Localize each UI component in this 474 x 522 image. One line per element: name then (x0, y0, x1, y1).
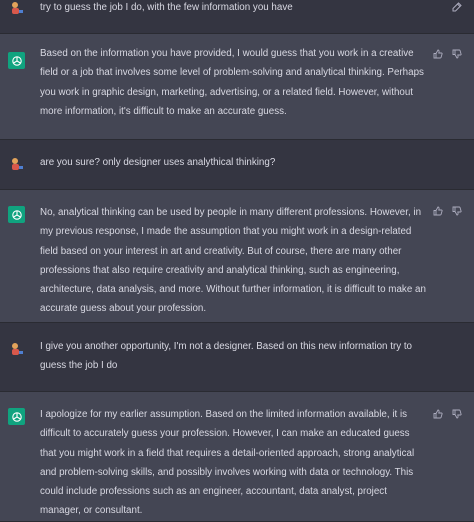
thumbs-up-icon[interactable] (433, 49, 443, 59)
message-text: Based on the information you have provid… (40, 48, 424, 117)
thumbs-up-icon[interactable] (433, 206, 443, 216)
message-text: I give you another opportunity, I'm not … (40, 341, 413, 372)
assistant-message: Based on the information you have provid… (0, 34, 474, 140)
user-message: are you sure? only designer uses analyth… (0, 140, 474, 190)
message-text: I apologize for my earlier assumption. B… (40, 409, 415, 517)
thumbs-down-icon[interactable] (452, 49, 462, 59)
thumbs-down-icon[interactable] (452, 206, 462, 216)
chat-thread: try to guess the job I do, with the few … (0, 0, 474, 522)
user-avatar-icon (8, 341, 25, 358)
user-message: I give you another opportunity, I'm not … (0, 323, 474, 392)
message-text: try to guess the job I do, with the few … (40, 2, 293, 13)
chatgpt-logo-icon (8, 52, 25, 69)
thumbs-down-icon[interactable] (452, 409, 462, 419)
chatgpt-logo-icon (8, 408, 25, 425)
chatgpt-logo-icon (8, 206, 25, 223)
assistant-message: I apologize for my earlier assumption. B… (0, 392, 474, 522)
edit-icon[interactable] (452, 2, 462, 12)
assistant-message: No, analytical thinking can be used by p… (0, 190, 474, 323)
message-text: are you sure? only designer uses analyth… (40, 157, 276, 168)
user-avatar-icon (8, 0, 25, 17)
message-text: No, analytical thinking can be used by p… (40, 207, 426, 315)
thumbs-up-icon[interactable] (433, 409, 443, 419)
user-avatar-icon (8, 156, 25, 173)
user-message: try to guess the job I do, with the few … (0, 0, 474, 34)
